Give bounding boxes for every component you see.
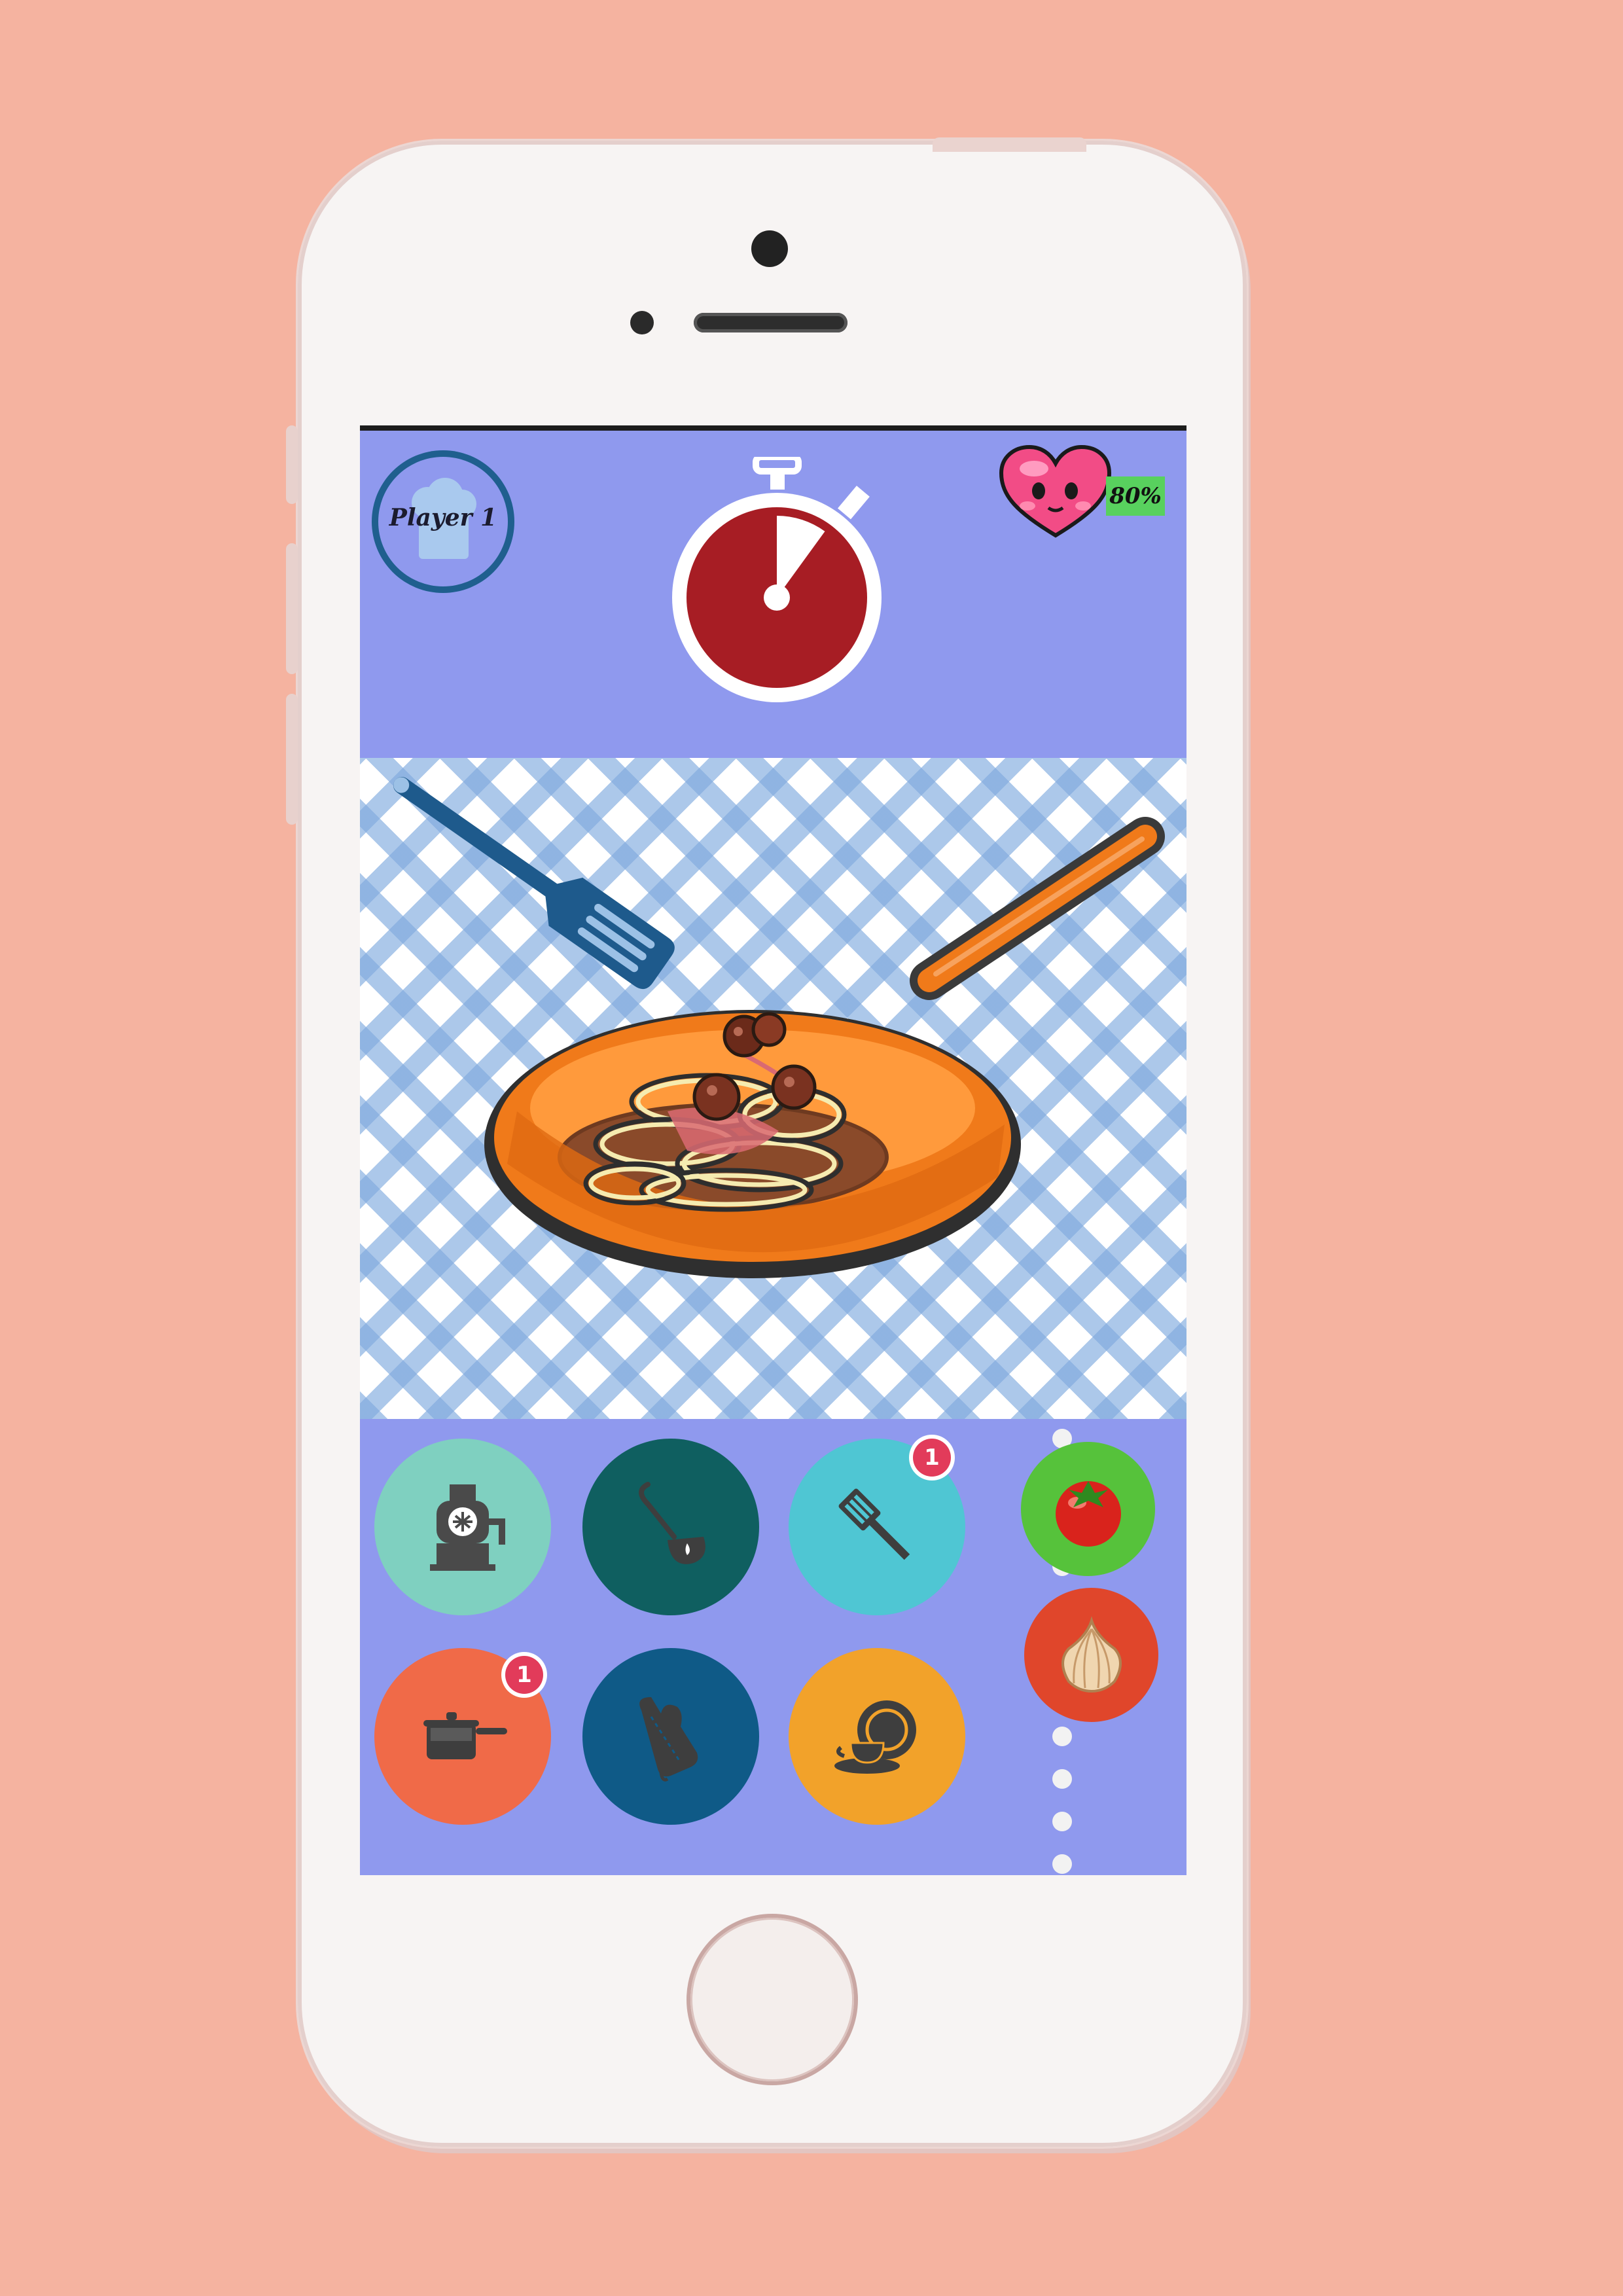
- ingredient-tomato[interactable]: [1021, 1442, 1155, 1576]
- power-button: [933, 137, 1086, 152]
- mute-switch: [286, 425, 298, 504]
- divider-dot: [1052, 1727, 1072, 1746]
- saucepan-badge: 1: [505, 1656, 543, 1694]
- divider-dot: [1052, 1769, 1072, 1789]
- health-heart-icon: [999, 444, 1112, 538]
- health-percentage: 80%: [1106, 476, 1165, 516]
- game-screen: Player 1 80% 1 1: [360, 425, 1186, 1875]
- volume-up-button: [286, 543, 298, 674]
- pan-scene: [393, 777, 1165, 1278]
- spatula-badge: 1: [913, 1439, 951, 1477]
- tomato-icon: [1055, 1480, 1121, 1547]
- dishes-icon: [834, 1700, 916, 1774]
- stopwatch-icon: [672, 457, 882, 702]
- tool-oven-mitt[interactable]: [582, 1648, 759, 1825]
- ingredient-onion[interactable]: [1024, 1588, 1158, 1722]
- earpiece-speaker: [694, 313, 847, 332]
- oven-mitt-icon: [639, 1697, 698, 1782]
- divider-dot: [1052, 1854, 1072, 1874]
- spatula-icon: [393, 777, 675, 990]
- meat-grinder-icon: [430, 1484, 505, 1571]
- player-avatar[interactable]: Player 1: [372, 450, 514, 593]
- cooking-area[interactable]: [360, 758, 1186, 1419]
- tool-meat-grinder[interactable]: [374, 1439, 551, 1615]
- ladle-icon: [639, 1482, 705, 1564]
- tool-saucepan[interactable]: 1: [374, 1648, 551, 1825]
- tool-spatula[interactable]: 1: [789, 1439, 965, 1615]
- home-button[interactable]: [690, 1918, 854, 2081]
- tool-dishes[interactable]: [789, 1648, 965, 1825]
- volume-down-button: [286, 694, 298, 825]
- tool-bar: 1 1: [360, 1419, 1186, 1875]
- player-name: Player 1: [389, 504, 497, 531]
- proximity-sensor: [630, 311, 654, 334]
- front-camera: [751, 230, 788, 267]
- onion-icon: [1061, 1615, 1122, 1693]
- tool-ladle[interactable]: [582, 1439, 759, 1615]
- spatula-icon: [838, 1488, 910, 1560]
- top-bar: Player 1 80%: [360, 431, 1186, 758]
- divider-dot: [1052, 1812, 1072, 1831]
- saucepan-icon: [423, 1712, 507, 1759]
